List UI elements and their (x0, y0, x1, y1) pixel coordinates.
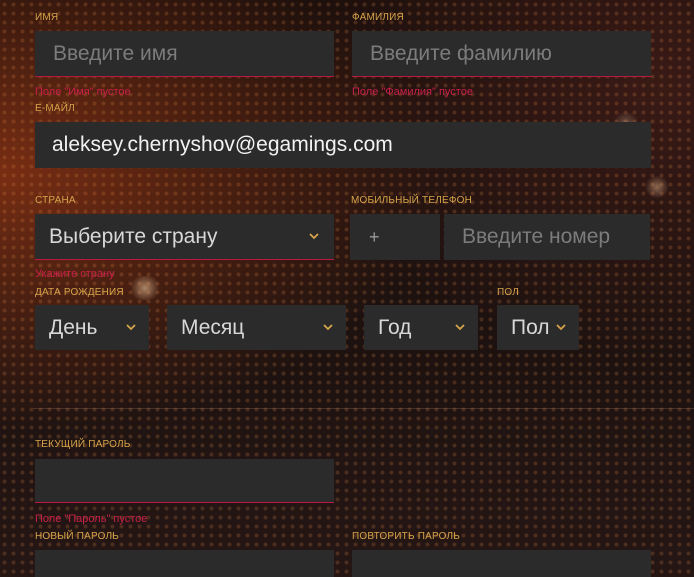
birth-year-select[interactable]: Год (364, 305, 478, 350)
section-divider (33, 408, 694, 409)
birth-day-value: День (49, 315, 98, 339)
birth-month-value: Месяц (181, 315, 245, 339)
last-name-input[interactable]: Введите фамилию (352, 31, 651, 77)
email-value: aleksey.chernyshov@egamings.com (52, 133, 393, 156)
phone-number-placeholder: Введите номер (462, 225, 611, 248)
background-glow (128, 276, 162, 300)
last-name-error: Поле "Фамилия" пустое (352, 86, 473, 98)
chevron-down-icon (556, 323, 566, 330)
phone-code-input[interactable]: + (350, 214, 440, 260)
gender-value: Пол (511, 315, 550, 339)
country-error: Укажите страну (35, 268, 115, 280)
phone-number-input[interactable]: Введите номер (444, 214, 650, 260)
email-label: E-майл (35, 103, 75, 114)
repeat-password-label: Повторить пароль (352, 531, 461, 542)
birth-day-select[interactable]: День (35, 305, 149, 350)
first-name-placeholder: Введите имя (53, 41, 178, 65)
first-name-label: Имя (35, 12, 59, 23)
new-password-input[interactable] (35, 550, 334, 577)
birth-year-value: Год (378, 315, 412, 339)
chevron-down-icon (309, 232, 319, 239)
gender-label: Пол (497, 287, 520, 298)
phone-label: Мобильный телефон (351, 195, 473, 206)
country-select[interactable]: Выберите страну (35, 214, 334, 260)
chevron-down-icon (126, 323, 136, 330)
gender-select[interactable]: Пол (497, 305, 579, 350)
phone-code-value: + (369, 226, 380, 247)
country-value: Выберите страну (49, 224, 218, 248)
email-input[interactable]: aleksey.chernyshov@egamings.com (35, 122, 651, 168)
first-name-input[interactable]: Введите имя (35, 31, 334, 77)
current-password-input[interactable] (35, 459, 334, 503)
last-name-placeholder: Введите фамилию (370, 41, 552, 65)
current-password-label: Текущий пароль (35, 439, 131, 450)
background-glow (644, 176, 670, 198)
first-name-error: Поле "Имя" пустое (35, 86, 131, 98)
last-name-label: Фамилия (352, 12, 404, 23)
chevron-down-icon (455, 323, 465, 330)
birth-month-select[interactable]: Месяц (167, 305, 346, 350)
new-password-label: Новый пароль (35, 531, 119, 542)
chevron-down-icon (323, 323, 333, 330)
birth-date-label: Дата рождения (35, 287, 124, 298)
country-label: Страна (35, 195, 76, 206)
repeat-password-input[interactable] (352, 550, 651, 577)
current-password-error: Поле "Пароль" пустое (35, 513, 148, 525)
